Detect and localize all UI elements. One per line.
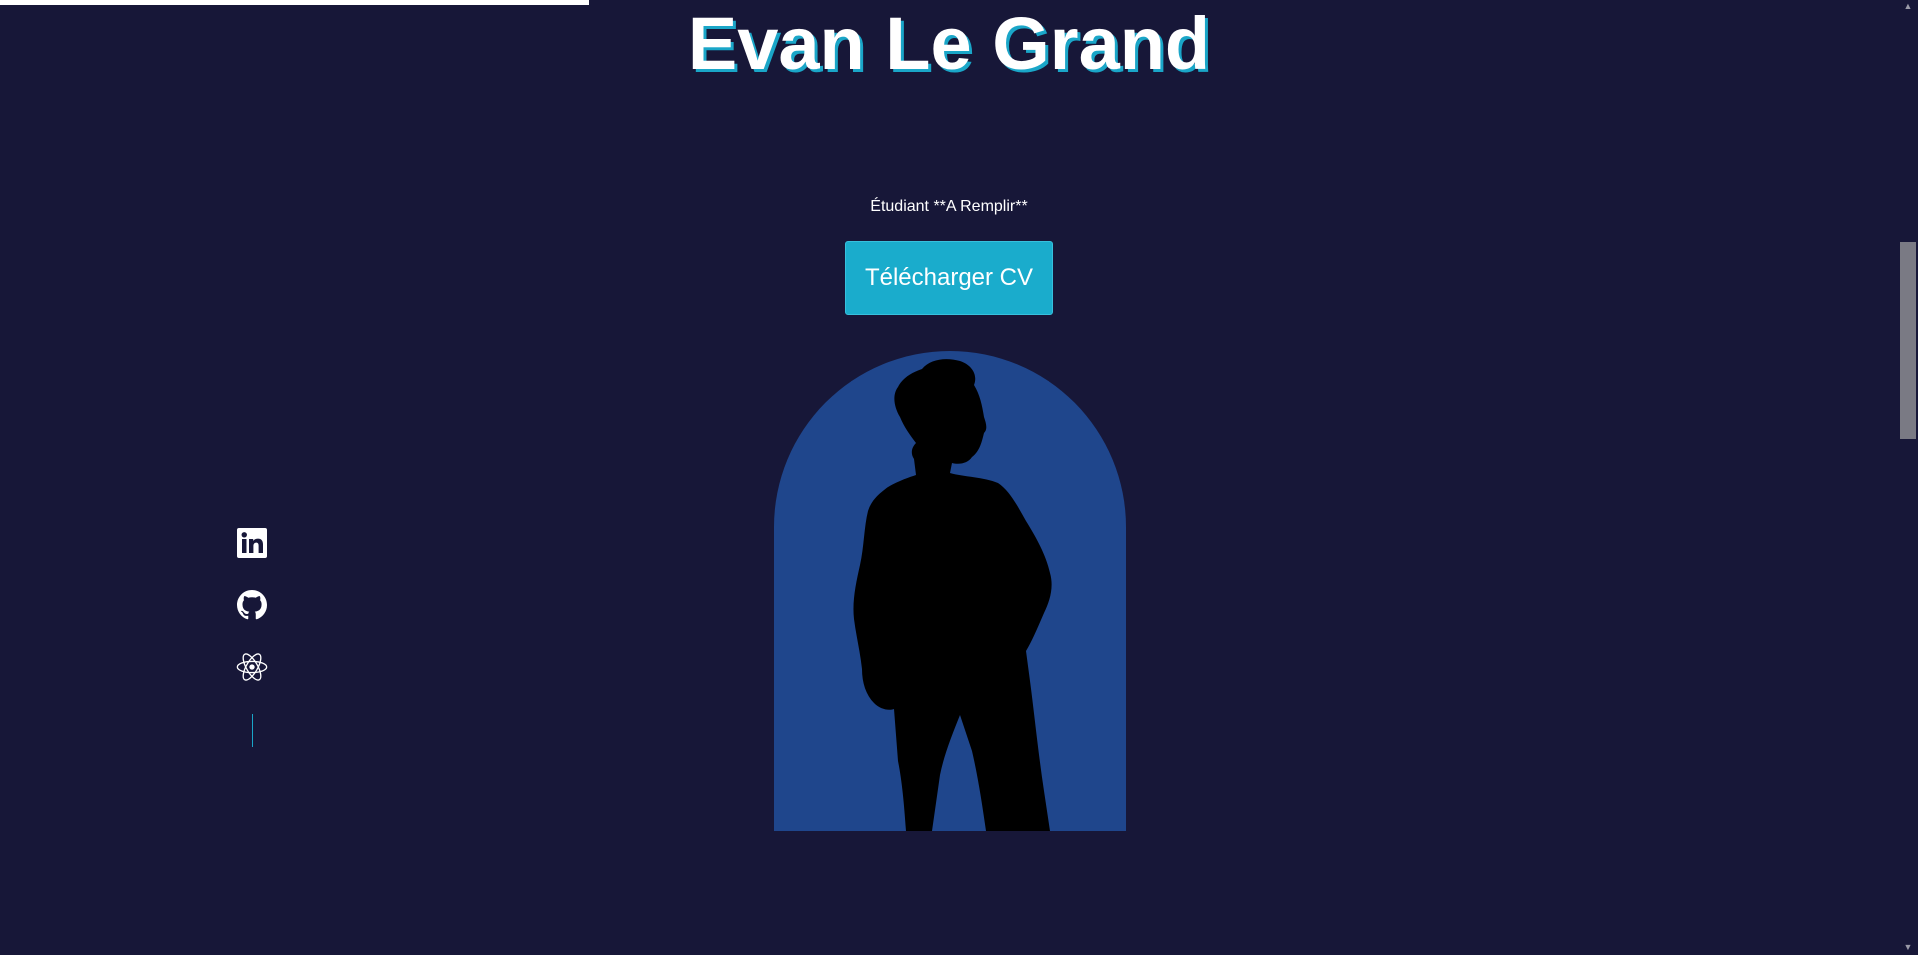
react-icon: [236, 653, 268, 681]
download-cv-button[interactable]: Télécharger CV: [845, 241, 1053, 315]
scroll-down-icon[interactable]: ▼: [1903, 942, 1913, 952]
subtitle: Étudiant **A Remplir**: [870, 198, 1028, 215]
react-link[interactable]: [236, 651, 268, 683]
scroll-up-icon[interactable]: ▲: [1903, 1, 1913, 11]
social-links: [236, 527, 268, 747]
portrait-arch: [774, 351, 1126, 831]
portfolio-page: Evan Le Grand Étudiant **A Remplir** Tél…: [0, 0, 1918, 955]
linkedin-icon: [237, 528, 267, 558]
page-title: Evan Le Grand: [687, 2, 1211, 85]
scroll-thumb[interactable]: [1900, 242, 1916, 439]
github-icon: [237, 590, 267, 620]
person-silhouette: [853, 359, 1052, 831]
github-link[interactable]: [236, 589, 268, 621]
vertical-scrollbar[interactable]: ▲ ▼: [1898, 0, 1918, 955]
social-divider-line: [251, 714, 253, 747]
linkedin-link[interactable]: [236, 527, 268, 559]
